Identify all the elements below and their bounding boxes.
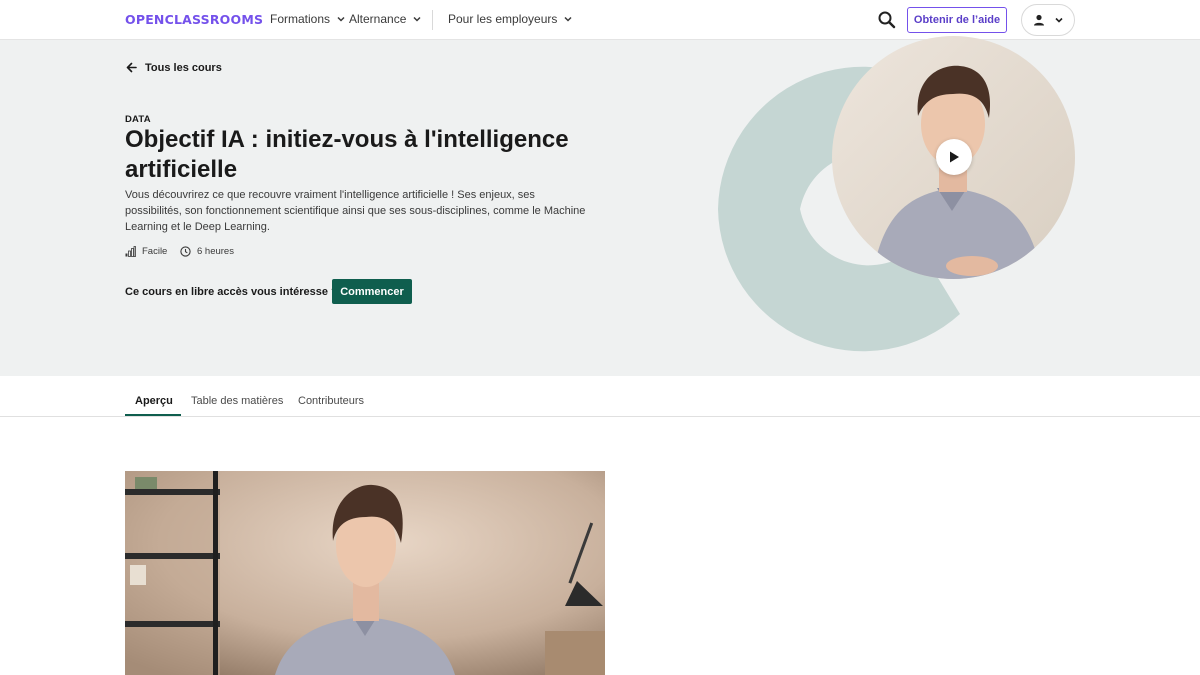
user-menu-button[interactable] xyxy=(1021,4,1075,36)
course-title: Objectif IA : initiez-vous à l'intellige… xyxy=(125,126,569,183)
chevron-down-icon xyxy=(564,16,572,22)
course-category: DATA xyxy=(125,114,151,125)
nav-formations-label: Formations xyxy=(270,12,331,26)
nav-employeurs[interactable]: Pour les employeurs xyxy=(448,12,573,26)
course-tabs: Aperçu Table des matières Contributeurs xyxy=(0,376,1200,417)
openclassrooms-logo[interactable]: OPENCLASSROOMS xyxy=(125,12,263,27)
search-button[interactable] xyxy=(876,9,898,31)
free-course-prompt: Ce cours en libre accès vous intéresse ? xyxy=(125,286,338,298)
nav-employeurs-label: Pour les employeurs xyxy=(448,12,558,26)
active-tab-indicator xyxy=(125,414,181,416)
search-icon xyxy=(878,11,896,29)
difficulty-label: Facile xyxy=(142,246,168,257)
signal-bars-icon xyxy=(125,246,136,257)
clock-icon xyxy=(180,246,191,257)
course-intro-video[interactable] xyxy=(125,471,605,675)
help-button[interactable]: Obtenir de l’aide xyxy=(907,7,1007,33)
user-icon xyxy=(1033,14,1044,26)
duration-label: 6 heures xyxy=(197,246,234,257)
duration-info: 6 heures xyxy=(180,246,234,257)
arrow-left-icon xyxy=(126,62,137,73)
play-video-button[interactable] xyxy=(936,139,972,175)
course-description: Vous découvrirez ce que recouvre vraimen… xyxy=(125,189,586,233)
tab-contributeurs[interactable]: Contributeurs xyxy=(298,395,364,407)
nav-alternance[interactable]: Alternance xyxy=(349,12,422,26)
tab-table-des-matieres[interactable]: Table des matières xyxy=(191,395,283,407)
back-link-label: Tous les cours xyxy=(145,61,222,74)
video-frame-image xyxy=(125,471,605,675)
tab-apercu[interactable]: Aperçu xyxy=(135,395,173,407)
nav-alternance-label: Alternance xyxy=(349,12,407,26)
chevron-down-icon xyxy=(413,16,421,22)
chevron-down-icon xyxy=(337,16,345,22)
back-to-courses-link[interactable]: Tous les cours xyxy=(125,61,222,74)
start-course-button[interactable]: Commencer xyxy=(332,279,412,304)
nav-formations[interactable]: Formations xyxy=(270,12,346,26)
chevron-down-icon xyxy=(1054,17,1063,23)
play-icon xyxy=(950,151,959,163)
nav-divider xyxy=(432,10,433,30)
top-navigation: OPENCLASSROOMS Formations Alternance Pou… xyxy=(0,0,1200,40)
difficulty-info: Facile xyxy=(125,246,167,257)
